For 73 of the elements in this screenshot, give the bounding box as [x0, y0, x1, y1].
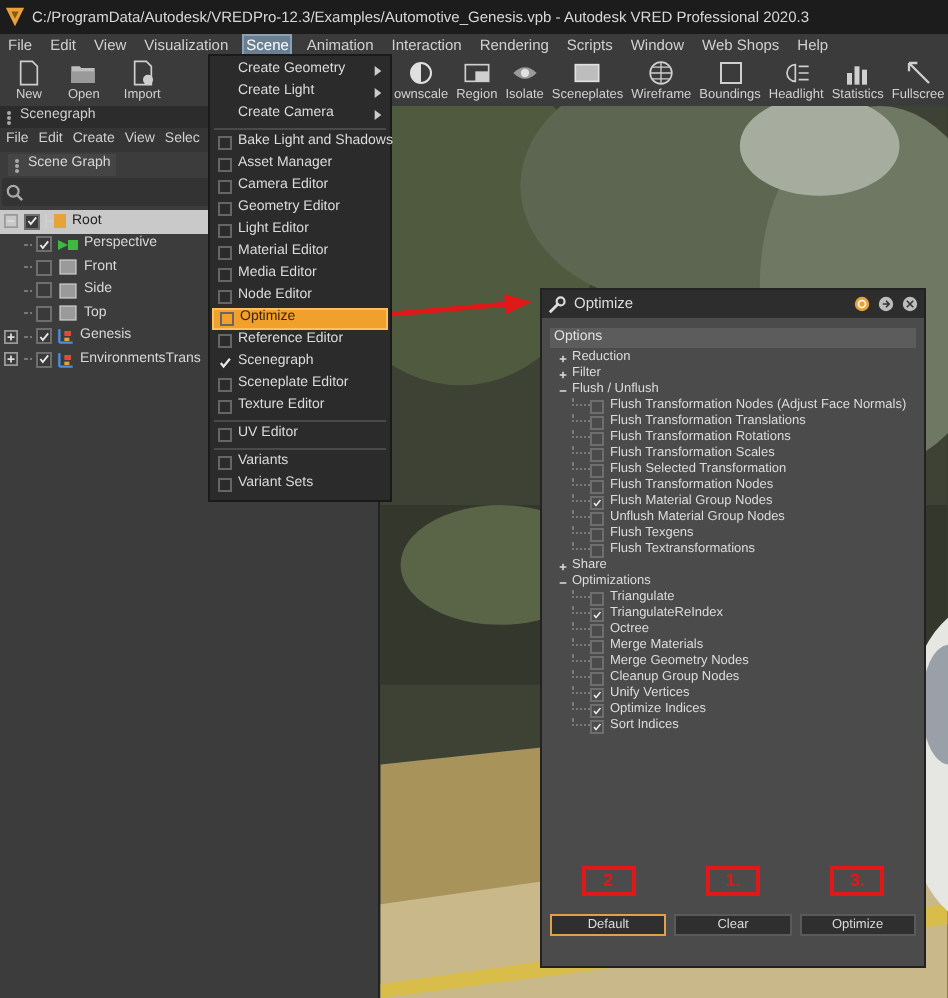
camera-icon	[56, 304, 80, 323]
checkbox[interactable]	[218, 268, 232, 282]
close-icon[interactable]	[902, 296, 918, 312]
expand-icon[interactable]	[3, 352, 17, 367]
checkbox[interactable]	[590, 543, 604, 557]
half-circle-icon	[406, 58, 437, 88]
checkbox[interactable]	[36, 282, 52, 299]
checkbox[interactable]	[590, 399, 604, 413]
checkbox[interactable]	[590, 607, 604, 621]
globe-icon	[646, 58, 677, 88]
callout-number: 1.	[705, 866, 760, 896]
checkbox[interactable]	[36, 351, 52, 368]
callout-number: 2	[581, 866, 636, 896]
checkbox[interactable]	[218, 246, 232, 260]
checkbox[interactable]	[590, 431, 604, 445]
grip-icon	[14, 157, 20, 173]
checkbox[interactable]	[36, 328, 52, 345]
checkbox[interactable]	[590, 639, 604, 653]
checkbox[interactable]	[590, 703, 604, 717]
submenu-arrow-icon	[374, 110, 382, 120]
checkbox[interactable]	[590, 623, 604, 637]
checkbox[interactable]	[590, 447, 604, 461]
checkbox[interactable]	[24, 213, 40, 230]
checkbox[interactable]	[220, 312, 234, 326]
square-icon	[715, 58, 745, 88]
checkbox[interactable]	[36, 259, 52, 276]
callout-number: 3.	[830, 866, 885, 896]
checkbox[interactable]	[590, 479, 604, 493]
headlight-icon	[781, 58, 812, 88]
transform-icon	[56, 349, 76, 370]
checkbox[interactable]	[590, 415, 604, 429]
screen-icon	[572, 58, 603, 88]
app-icon	[4, 6, 26, 28]
camera-icon	[56, 235, 80, 254]
checkbox[interactable]	[218, 224, 232, 238]
checkbox[interactable]	[590, 687, 604, 701]
collapse-icon[interactable]	[558, 385, 568, 395]
submenu-arrow-icon	[374, 66, 382, 76]
region-icon	[461, 58, 492, 88]
collapse-icon[interactable]	[558, 577, 568, 587]
checkbox[interactable]	[218, 478, 232, 492]
transform-icon	[56, 326, 76, 347]
camera-icon	[56, 258, 80, 277]
checkbox[interactable]	[590, 719, 604, 733]
checkbox[interactable]	[218, 136, 232, 150]
checkbox[interactable]	[590, 671, 604, 685]
checkbox[interactable]	[590, 591, 604, 605]
document-icon	[14, 58, 44, 88]
checkbox[interactable]	[218, 400, 232, 414]
checkbox[interactable]	[36, 305, 52, 322]
checkbox[interactable]	[218, 456, 232, 470]
checkbox[interactable]	[218, 180, 232, 194]
checkbox[interactable]	[218, 334, 232, 348]
checkbox[interactable]	[218, 202, 232, 216]
grip-icon	[6, 109, 12, 125]
checkbox[interactable]	[590, 463, 604, 477]
checkbox[interactable]	[36, 236, 52, 253]
expand-icon[interactable]	[3, 329, 17, 344]
submenu-arrow-icon	[374, 88, 382, 98]
search-icon	[6, 183, 24, 201]
checkbox[interactable]	[590, 511, 604, 525]
checkbox[interactable]	[590, 495, 604, 509]
checkbox[interactable]	[218, 428, 232, 442]
checkbox[interactable]	[218, 290, 232, 304]
float-button-icon[interactable]	[878, 296, 894, 312]
collapse-icon[interactable]	[3, 214, 17, 229]
checkbox[interactable]	[218, 158, 232, 172]
camera-icon	[56, 281, 80, 300]
diagonal-arrow-icon	[903, 58, 934, 88]
checkbox[interactable]	[590, 527, 604, 541]
dock-button-icon[interactable]	[854, 296, 870, 312]
checkbox[interactable]	[218, 378, 232, 392]
checkbox[interactable]	[590, 655, 604, 669]
